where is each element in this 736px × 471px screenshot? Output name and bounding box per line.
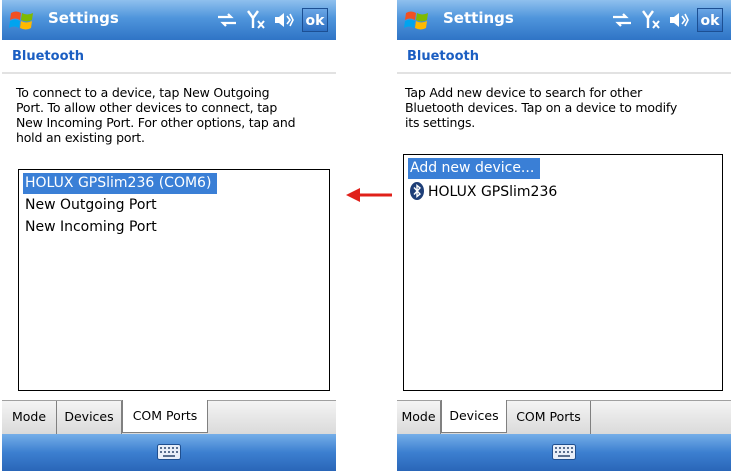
- instructions-line: its settings.: [405, 115, 476, 130]
- status-icons: ok: [216, 7, 328, 33]
- list-item-holux-com6[interactable]: HOLUX GPSlim236 (COM6): [23, 173, 218, 194]
- app-title: Settings: [443, 9, 514, 27]
- list-item-new-incoming-port[interactable]: New Incoming Port: [23, 217, 163, 238]
- instructions-line: Tap Add new device to search for other: [405, 85, 643, 100]
- com-ports-list[interactable]: HOLUX GPSlim236 (COM6) New Outgoing Port…: [18, 169, 330, 391]
- instructions-line: New Incoming Port. For other options, ta…: [16, 115, 296, 130]
- tab-bar: Mode Devices COM Ports: [2, 400, 336, 434]
- keyboard-icon[interactable]: [552, 444, 576, 460]
- tab-mode[interactable]: Mode: [397, 401, 441, 434]
- volume-icon[interactable]: [669, 10, 689, 30]
- windows-start-icon[interactable]: [8, 7, 38, 35]
- instructions-text: Tap Add new device to search for other B…: [405, 85, 723, 130]
- section-header: Bluetooth: [2, 40, 336, 74]
- section-title: Bluetooth: [407, 49, 479, 64]
- status-icons: ok: [611, 7, 723, 33]
- list-item-add-new-device[interactable]: Add new device...: [408, 158, 541, 179]
- menu-bar: [397, 434, 731, 471]
- ok-button[interactable]: ok: [697, 8, 723, 32]
- list-item-holux-gpslim236[interactable]: HOLUX GPSlim236: [408, 181, 563, 203]
- instructions-line: hold an existing port.: [16, 130, 145, 145]
- section-title: Bluetooth: [12, 49, 84, 64]
- connectivity-icon[interactable]: [611, 11, 633, 29]
- tab-devices[interactable]: Devices: [57, 401, 122, 434]
- right-screen: Settings ok Bluetooth Tap Add new device…: [397, 0, 731, 471]
- instructions-text: To connect to a device, tap New Outgoing…: [16, 85, 334, 145]
- section-header: Bluetooth: [397, 40, 731, 74]
- volume-icon[interactable]: [274, 10, 294, 30]
- tab-com-ports[interactable]: COM Ports: [507, 401, 591, 434]
- instructions-line: To connect to a device, tap New Outgoing: [16, 85, 270, 100]
- no-signal-icon[interactable]: [641, 9, 661, 31]
- menu-bar: [2, 434, 336, 471]
- title-bar: Settings ok: [397, 0, 731, 40]
- tab-bar: Mode Devices COM Ports: [397, 400, 731, 434]
- instructions-line: Port. To allow other devices to connect,…: [16, 100, 278, 115]
- red-arrow-icon: [346, 188, 392, 202]
- tab-devices[interactable]: Devices: [441, 400, 507, 433]
- app-title: Settings: [48, 9, 119, 27]
- list-item-new-outgoing-port[interactable]: New Outgoing Port: [23, 195, 163, 216]
- bluetooth-icon: [410, 181, 424, 200]
- devices-list[interactable]: Add new device... HOLUX GPSlim236: [403, 154, 723, 391]
- ok-button[interactable]: ok: [302, 8, 328, 32]
- title-bar: Settings ok: [2, 0, 336, 40]
- keyboard-icon[interactable]: [157, 444, 181, 460]
- windows-start-icon[interactable]: [403, 7, 433, 35]
- tab-com-ports[interactable]: COM Ports: [122, 400, 208, 433]
- left-screen: Settings ok Bluetooth To connect to a de…: [2, 0, 336, 471]
- connectivity-icon[interactable]: [216, 11, 238, 29]
- device-label: HOLUX GPSlim236: [428, 184, 558, 200]
- instructions-line: Bluetooth devices. Tap on a device to mo…: [405, 100, 678, 115]
- tab-mode[interactable]: Mode: [2, 401, 57, 434]
- no-signal-icon[interactable]: [246, 9, 266, 31]
